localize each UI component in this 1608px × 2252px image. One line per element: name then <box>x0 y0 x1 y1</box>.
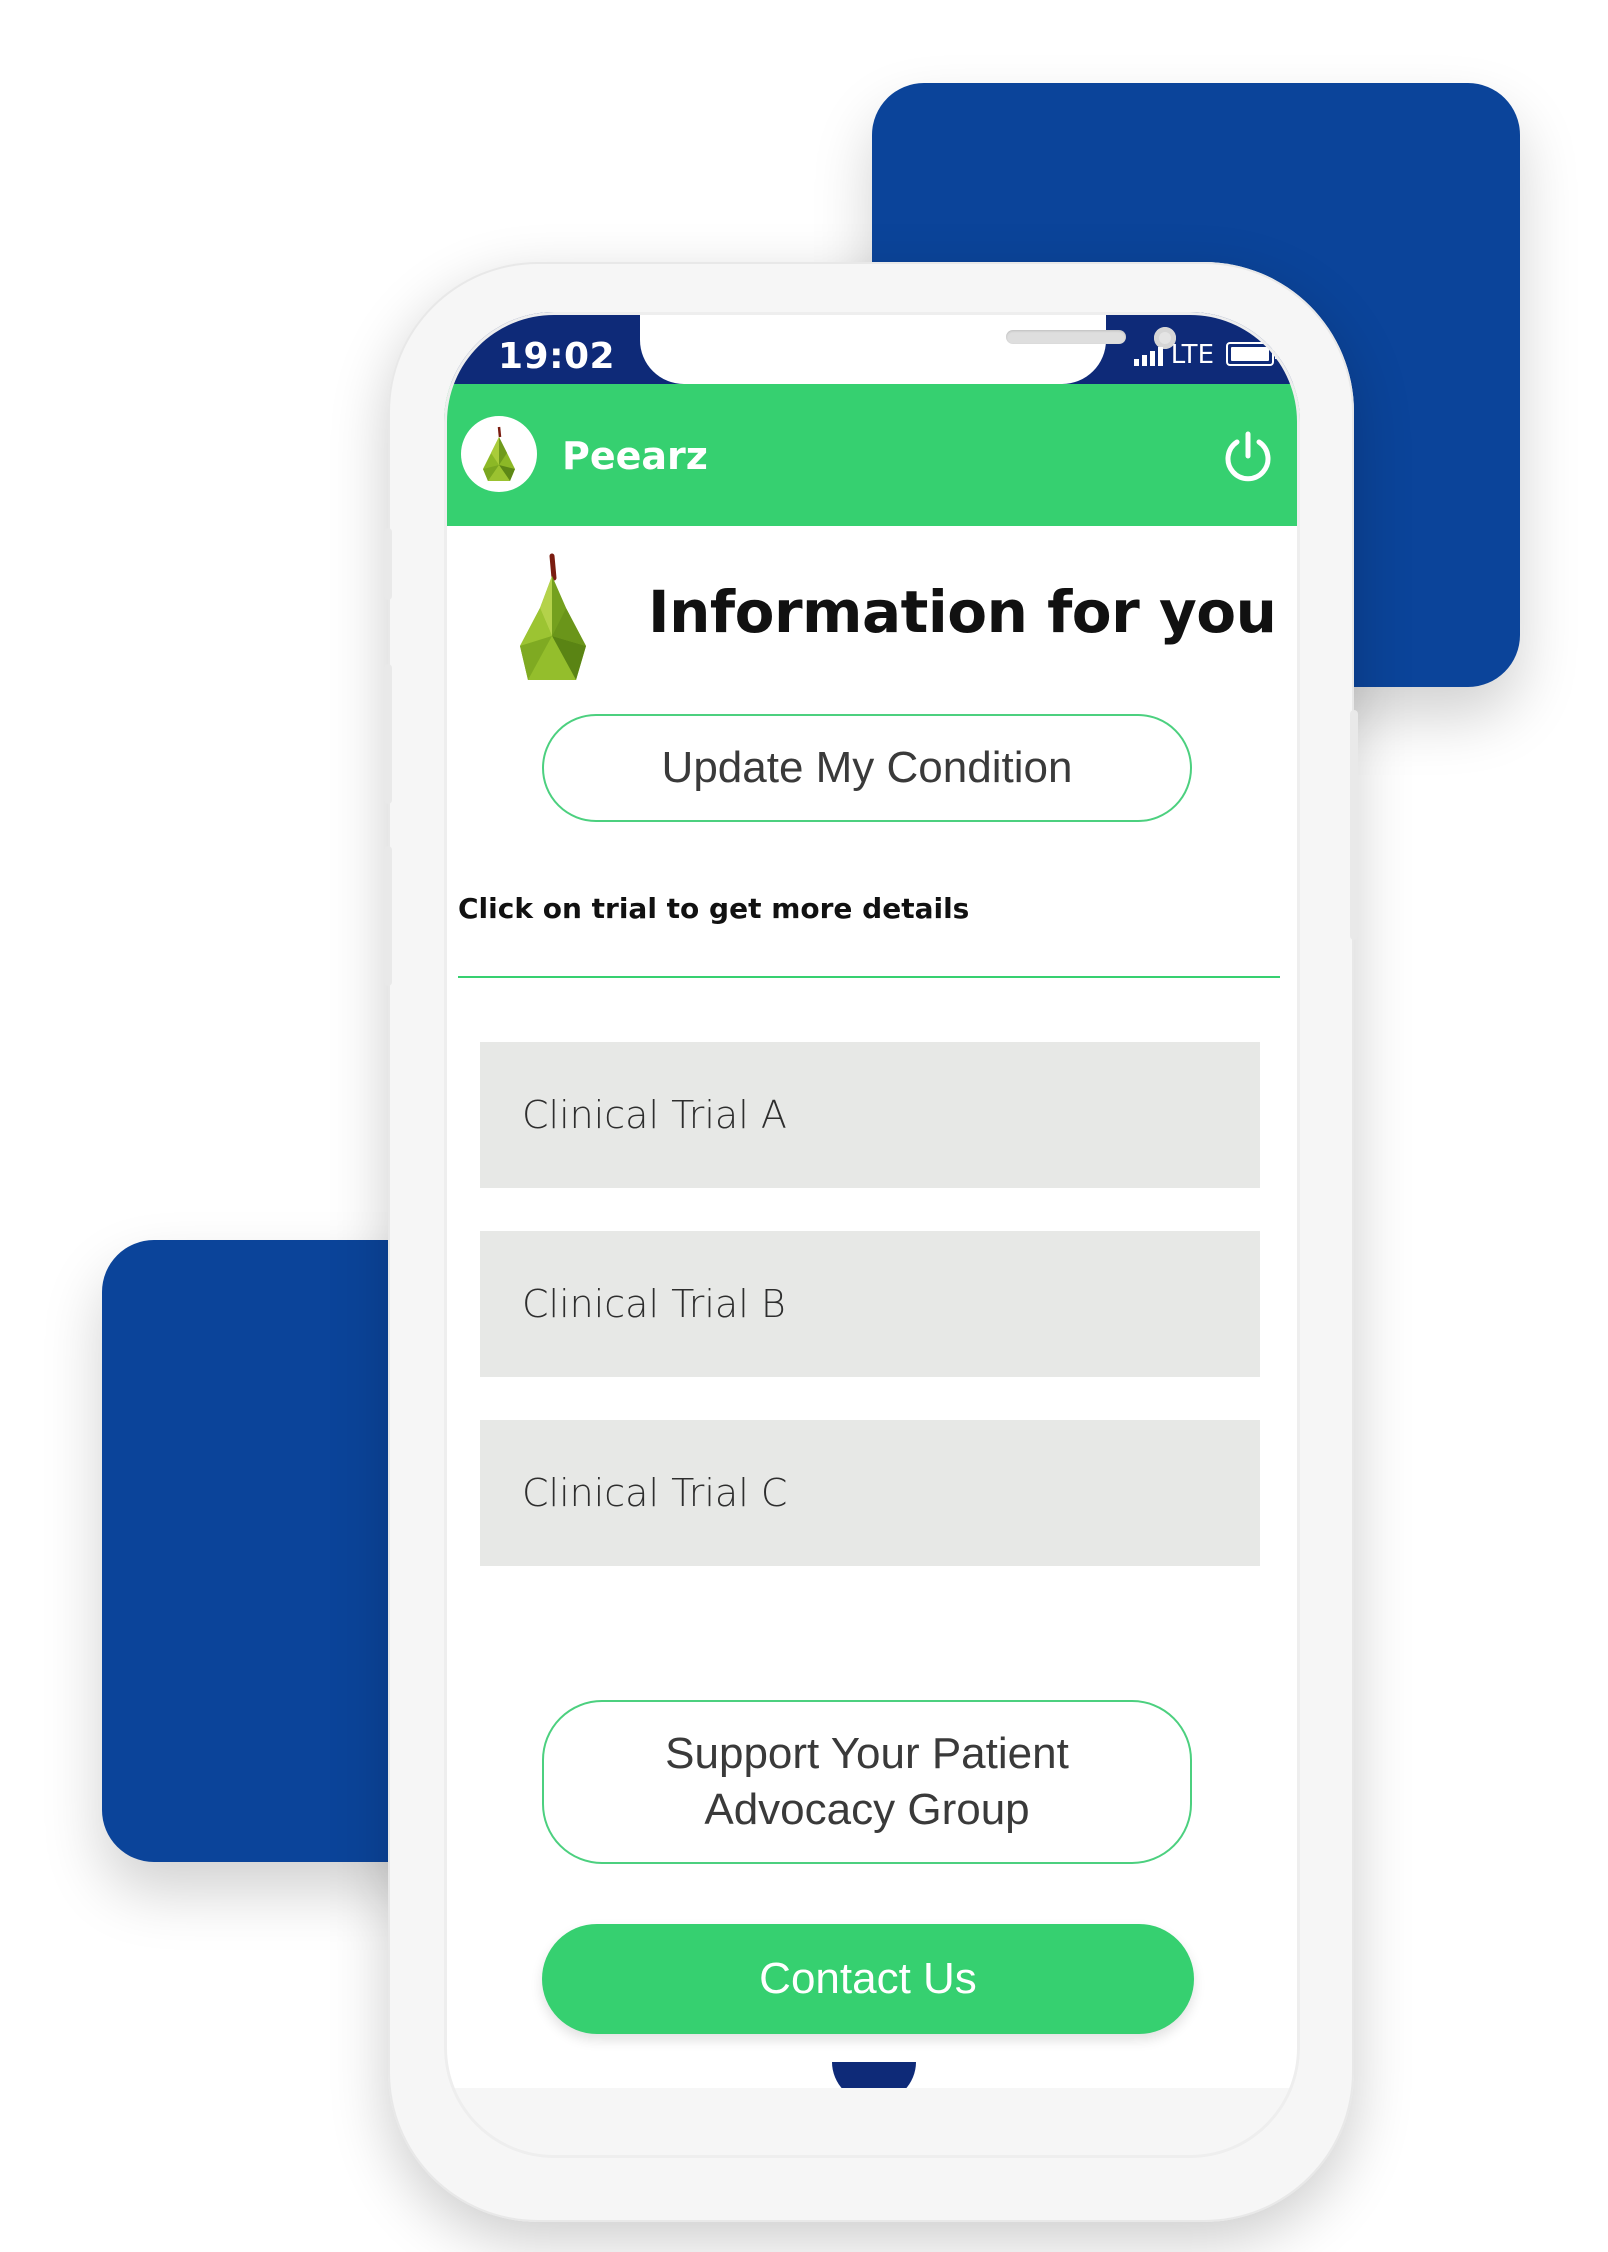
hero-pear <box>512 552 592 693</box>
trial-item-b[interactable]: Clinical Trial B <box>480 1231 1260 1377</box>
phone-power-key <box>1350 710 1358 940</box>
section-divider <box>458 976 1280 978</box>
phone-screen: 19:02 LTE Peearz Information for you Upd… <box>444 312 1300 2158</box>
logout-button[interactable] <box>1220 428 1276 484</box>
support-advocacy-button[interactable]: Support Your Patient Advocacy Group <box>542 1700 1192 1864</box>
phone-notch <box>640 312 1176 384</box>
signal-icon <box>1133 346 1163 366</box>
app-bar: Peearz <box>444 384 1300 526</box>
contact-us-button[interactable]: Contact Us <box>542 1924 1194 2034</box>
phone-mute-switch <box>384 528 392 600</box>
phone-volume-up <box>384 664 392 804</box>
status-time: 19:02 <box>498 336 616 377</box>
phone-volume-down <box>384 846 392 986</box>
page-title: Information for you <box>648 578 1277 646</box>
pear-icon <box>483 426 515 481</box>
app-name: Peearz <box>562 434 708 478</box>
trial-list: Clinical Trial A Clinical Trial B Clinic… <box>480 1042 1260 1609</box>
trial-item-c[interactable]: Clinical Trial C <box>480 1420 1260 1566</box>
status-bar: 19:02 LTE <box>444 312 1300 384</box>
update-condition-button[interactable]: Update My Condition <box>542 714 1192 822</box>
screen-bottom-bezel <box>444 2088 1300 2158</box>
trial-hint: Click on trial to get more details <box>458 892 970 925</box>
app-logo[interactable] <box>461 416 537 492</box>
support-button-line1: Support Your Patient <box>665 1729 1069 1778</box>
network-type: LTE <box>1170 340 1214 370</box>
power-icon <box>1225 431 1271 482</box>
pear-icon <box>520 553 586 680</box>
support-button-line2: Advocacy Group <box>704 1785 1030 1834</box>
trial-item-a[interactable]: Clinical Trial A <box>480 1042 1260 1188</box>
status-indicators: LTE <box>1133 340 1278 370</box>
battery-icon <box>1226 342 1278 366</box>
speaker-grille <box>1006 330 1126 344</box>
